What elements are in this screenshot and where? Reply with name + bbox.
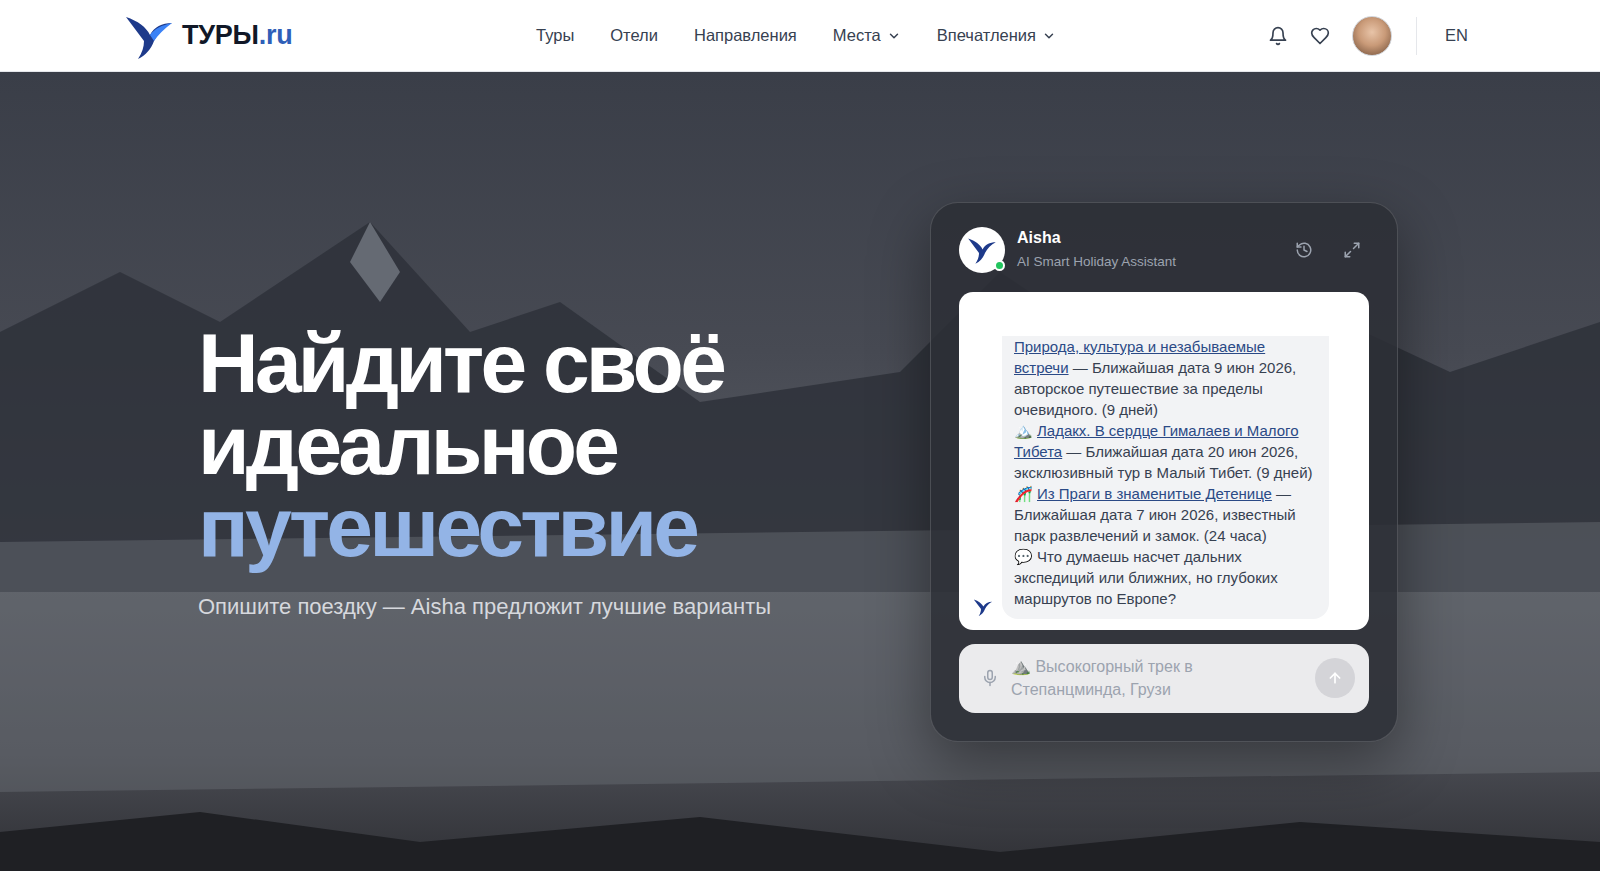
nav-item[interactable]: Места (833, 23, 901, 48)
nav-label: Направления (694, 23, 797, 48)
nav-label: Места (833, 23, 881, 48)
divider (1416, 17, 1417, 55)
bell-icon[interactable] (1268, 26, 1288, 46)
title-line: Найдите своё (198, 322, 838, 404)
chevron-down-icon (1042, 29, 1056, 43)
nav-item[interactable]: Впечатления (937, 23, 1056, 48)
message-input[interactable] (1011, 645, 1303, 711)
top-bar: ТУРЫ.ru Туры Отели Направления Места Впечатл… (0, 0, 1600, 72)
logo[interactable]: ТУРЫ.ru (124, 11, 424, 61)
question-text: Что думаешь насчет дальних экспедиций ил… (1014, 548, 1278, 607)
tour-suggestion: Природа, культура и незабываемые встречи… (1014, 336, 1317, 420)
assistant-role: AI Smart Holiday Assistant (1017, 253, 1283, 271)
main-nav: Туры Отели Направления Места Впечатления (424, 23, 1168, 48)
expand-icon[interactable] (1343, 241, 1361, 259)
tour-emoji: 🏔️ (1014, 422, 1033, 439)
assistant-question: 💬Что думаешь насчет дальних экспедиций и… (1014, 546, 1317, 609)
tour-link[interactable]: Из Праги в знаменитые Детенице (1037, 485, 1272, 502)
title-accent: путешествие (198, 486, 838, 568)
online-dot (994, 260, 1005, 271)
send-button[interactable] (1315, 658, 1355, 698)
nav-label: Отели (610, 23, 658, 48)
bird-message-icon (973, 597, 993, 617)
chat-panel: Aisha AI Smart Holiday Assistant Природа… (930, 202, 1398, 742)
header-actions: EN (1168, 16, 1468, 56)
bird-logo-icon (124, 11, 174, 61)
chevron-down-icon (887, 29, 901, 43)
chat-input (959, 644, 1369, 713)
assistant-name: Aisha (1017, 228, 1283, 248)
nav-item[interactable]: Направления (694, 23, 797, 48)
logo-tld: .ru (259, 20, 293, 50)
user-avatar[interactable] (1352, 16, 1392, 56)
nav-label: Впечатления (937, 23, 1036, 48)
message-area: Природа, культура и незабываемые встречи… (959, 292, 1369, 630)
hero: Найдите своёидеальное путешествие Опишит… (0, 72, 1600, 871)
assistant-message: Природа, культура и незабываемые встречи… (1002, 336, 1329, 619)
bird-avatar-icon (967, 235, 997, 265)
hero-subtitle: Опишите поездку — Aisha предложит лучшие… (198, 590, 838, 623)
tour-emoji: 🎢 (1014, 485, 1033, 502)
title-line: идеальное (198, 404, 838, 486)
chat-header: Aisha AI Smart Holiday Assistant (959, 227, 1369, 273)
history-icon[interactable] (1295, 241, 1313, 259)
question-emoji: 💬 (1014, 548, 1033, 565)
heart-icon[interactable] (1310, 26, 1330, 46)
tour-suggestion: 🏔️Ладакх. В сердце Гималаев и Малого Тиб… (1014, 420, 1317, 483)
language-switch[interactable]: EN (1445, 23, 1468, 48)
nav-item[interactable]: Туры (536, 23, 574, 48)
arrow-up-icon (1327, 670, 1343, 686)
tour-suggestion: 🎢Из Праги в знаменитые Детенице — Ближай… (1014, 483, 1317, 546)
hero-text: Найдите своёидеальное путешествие Опишит… (198, 72, 838, 623)
microphone-icon[interactable] (981, 669, 999, 687)
nav-item[interactable]: Отели (610, 23, 658, 48)
logo-name: ТУРЫ (182, 20, 259, 50)
nav-label: Туры (536, 23, 574, 48)
